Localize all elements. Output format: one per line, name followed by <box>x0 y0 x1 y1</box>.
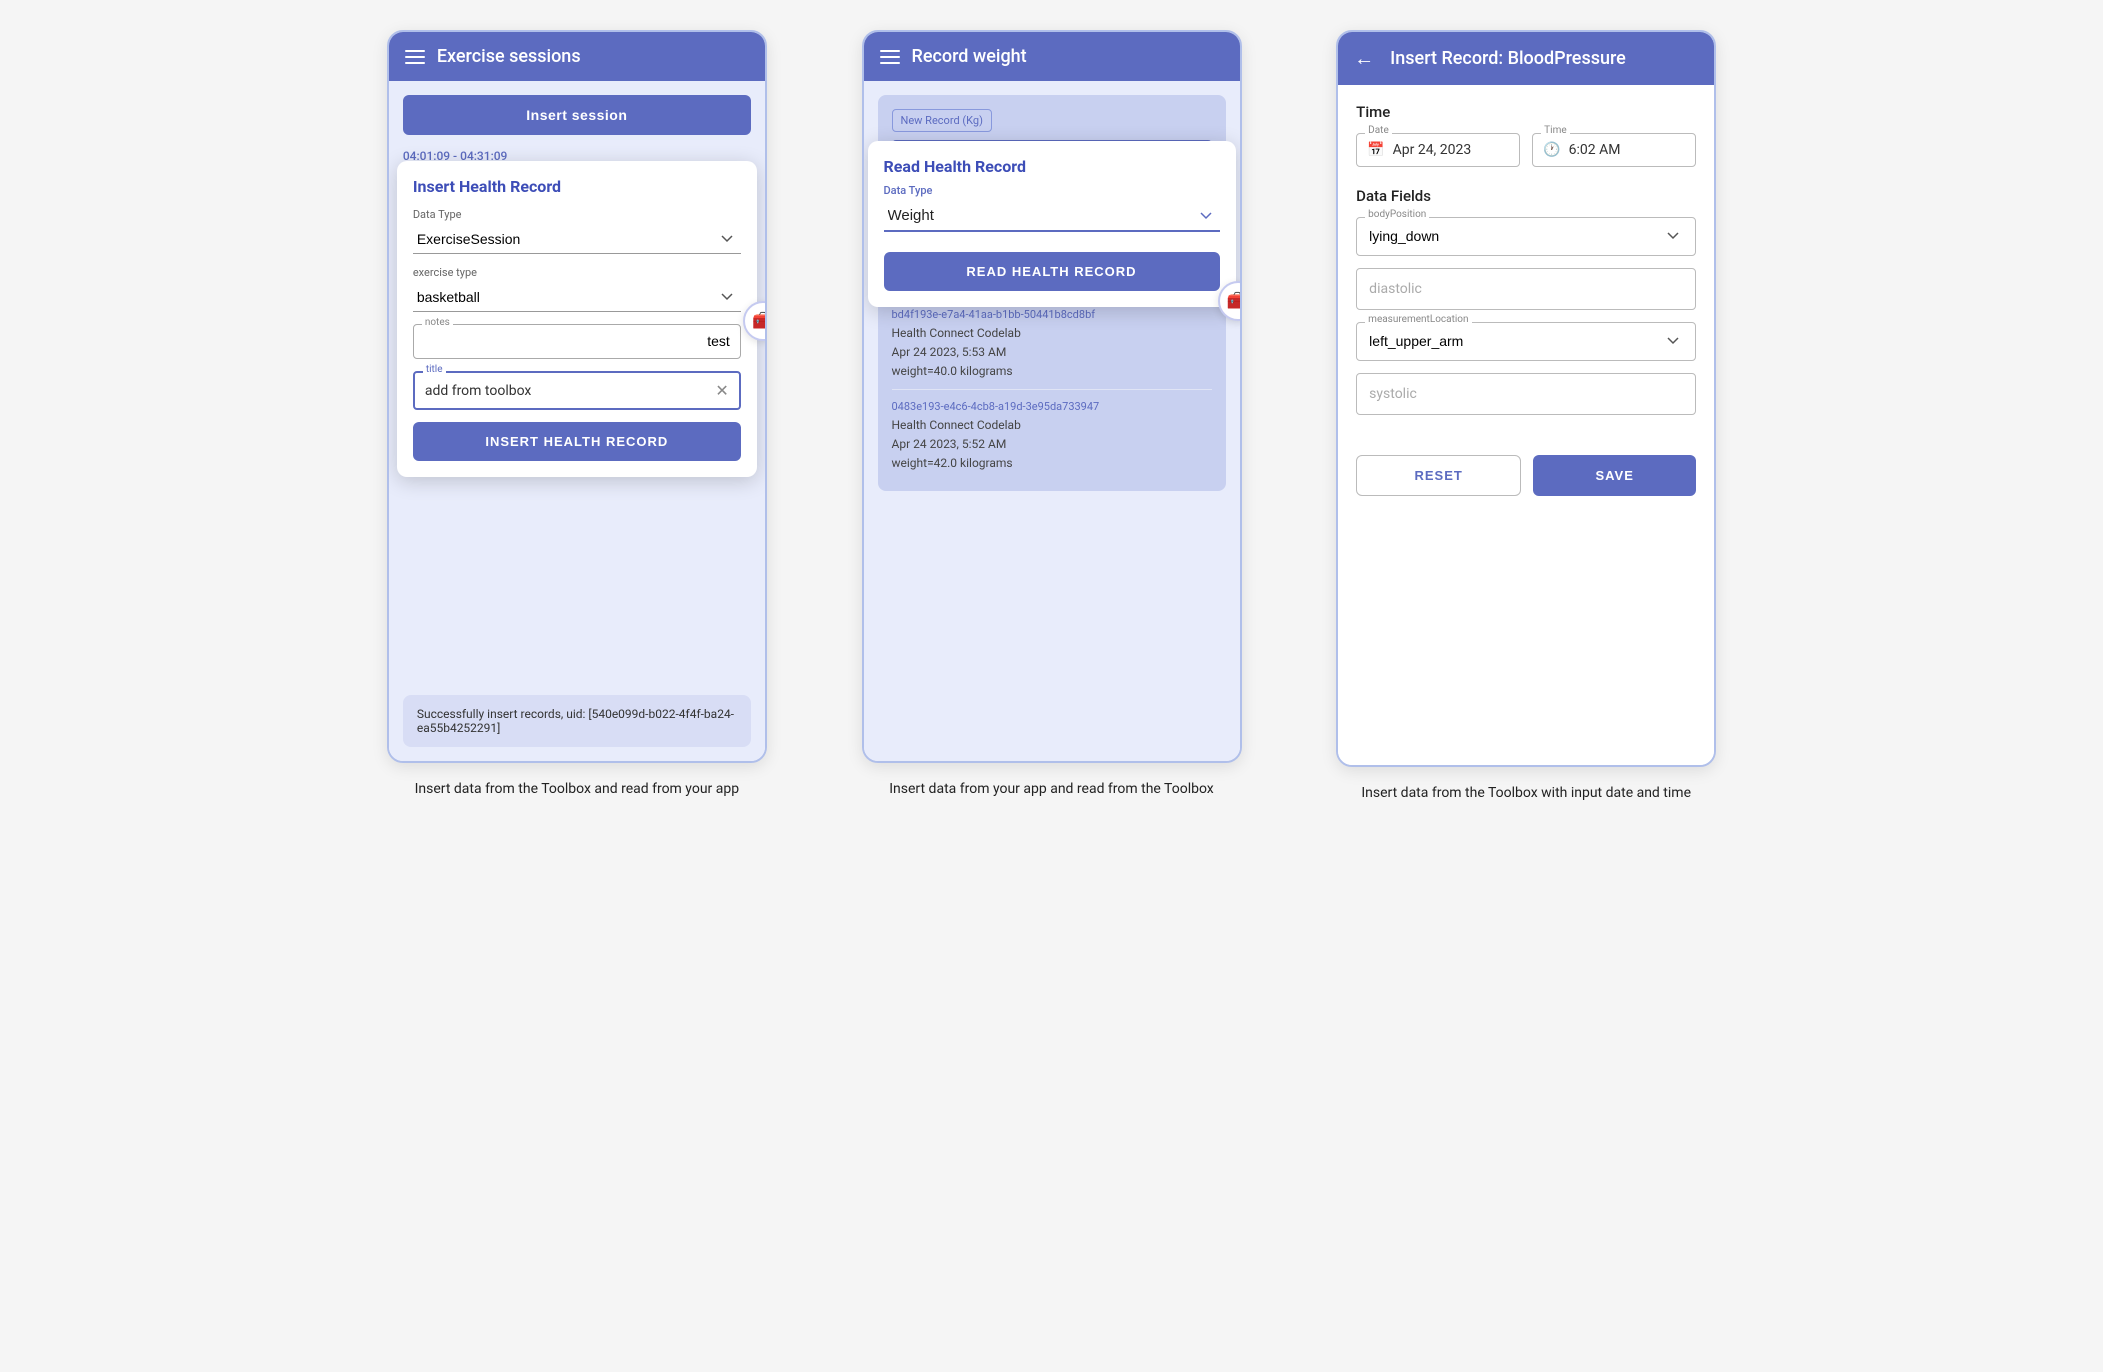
measurement-item-1: bd4f193e-e7a4-41aa-b1bb-50441b8cd8bf Hea… <box>892 298 1212 390</box>
measurement-value-2: weight=42.0 kilograms <box>892 454 1212 473</box>
measurement-source-1: Health Connect Codelab <box>892 324 1212 343</box>
screen3-caption: Insert data from the Toolbox with input … <box>1361 783 1691 804</box>
insert-health-record-dialog: Insert Health Record Data Type ExerciseS… <box>397 161 757 477</box>
data-type-select[interactable]: ExerciseSession <box>413 225 741 254</box>
data-fields-title: Data Fields <box>1356 187 1696 205</box>
screen3-title: Insert Record: BloodPressure <box>1390 48 1626 69</box>
measurement-item-2: 0483e193-e4c6-4cb8-a19d-3e95da733947 Hea… <box>892 390 1212 481</box>
bottom-buttons: RESET SAVE <box>1356 455 1696 496</box>
date-field[interactable]: Date 📅 Apr 24, 2023 <box>1356 133 1520 167</box>
measurement-uuid-1: bd4f193e-e7a4-41aa-b1bb-50441b8cd8bf <box>892 306 1212 324</box>
screen1-title: Exercise sessions <box>437 46 581 67</box>
diastolic-field[interactable]: diastolic <box>1356 268 1696 310</box>
measurement-location-field[interactable]: measurementLocation left_upper_arm <box>1356 322 1696 361</box>
date-legend: Date <box>1365 125 1392 136</box>
title-legend: title <box>423 364 446 375</box>
screen2-phone: Record weight New Record (Kg) Add Previo… <box>862 30 1242 763</box>
menu-icon[interactable] <box>405 50 425 64</box>
toolbox-icon-2: 🧰 <box>1227 291 1242 311</box>
title-field[interactable]: title add from toolbox ✕ <box>413 371 741 410</box>
measurement-uuid-2: 0483e193-e4c6-4cb8-a19d-3e95da733947 <box>892 398 1212 416</box>
body-position-select[interactable]: lying_down <box>1369 228 1683 244</box>
measurement-location-select[interactable]: left_upper_arm <box>1369 333 1683 349</box>
body-position-field[interactable]: bodyPosition lying_down <box>1356 217 1696 256</box>
new-record-label: New Record (Kg) <box>892 109 992 132</box>
insert-health-record-button[interactable]: INSERT HEALTH RECORD <box>413 422 741 461</box>
read-dialog-title: Read Health Record <box>884 157 1220 176</box>
calendar-icon: 📅 <box>1367 142 1384 158</box>
reset-button[interactable]: RESET <box>1356 455 1521 496</box>
read-data-type-label: Data Type <box>884 184 1220 197</box>
clear-icon[interactable]: ✕ <box>715 381 728 400</box>
screen1-phone: Exercise sessions Insert session 04:01:0… <box>387 30 767 763</box>
diastolic-placeholder: diastolic <box>1369 281 1422 297</box>
read-health-record-dialog: Read Health Record Data Type Weight READ… <box>868 141 1236 307</box>
notes-input[interactable] <box>424 333 730 349</box>
measurement-date-2: Apr 24 2023, 5:52 AM <box>892 435 1212 454</box>
clock-icon: 🕐 <box>1543 142 1560 158</box>
dialog-title: Insert Health Record <box>413 177 741 196</box>
notes-field[interactable]: notes <box>413 324 741 359</box>
measurement-value-1: weight=40.0 kilograms <box>892 362 1212 381</box>
measurement-source-2: Health Connect Codelab <box>892 416 1212 435</box>
time-section-title: Time <box>1356 103 1696 121</box>
read-health-record-button[interactable]: READ HEALTH RECORD <box>884 252 1220 291</box>
screen2-body: New Record (Kg) Add Previous Measurement… <box>864 81 1240 761</box>
data-type-label: Data Type <box>413 208 741 221</box>
back-arrow-icon[interactable]: ← <box>1354 46 1374 71</box>
time-legend: Time <box>1541 125 1569 136</box>
time-field[interactable]: Time 🕐 6:02 AM <box>1532 133 1696 167</box>
screen2-title: Record weight <box>912 46 1027 67</box>
date-value: Apr 24, 2023 <box>1393 142 1472 158</box>
screen3-header: ← Insert Record: BloodPressure <box>1338 32 1714 85</box>
body-position-legend: bodyPosition <box>1365 209 1429 220</box>
exercise-type-select[interactable]: basketball <box>413 283 741 312</box>
exercise-type-label: exercise type <box>413 266 741 279</box>
time-value: 6:02 AM <box>1569 142 1621 158</box>
date-time-row: Date 📅 Apr 24, 2023 Time 🕐 6:02 AM <box>1356 133 1696 167</box>
measurement-location-legend: measurementLocation <box>1365 314 1471 325</box>
systolic-placeholder: systolic <box>1369 386 1417 402</box>
insert-session-button[interactable]: Insert session <box>403 95 751 135</box>
systolic-field[interactable]: systolic <box>1356 373 1696 415</box>
toolbox-icon-1: 🧰 <box>752 311 767 331</box>
success-banner: Successfully insert records, uid: [540e0… <box>403 695 751 747</box>
measurement-date-1: Apr 24 2023, 5:53 AM <box>892 343 1212 362</box>
save-button[interactable]: SAVE <box>1533 455 1696 496</box>
notes-legend: notes <box>422 317 453 328</box>
screen1-body: Insert session 04:01:09 - 04:31:09 My Ru… <box>389 81 765 761</box>
screen1-caption: Insert data from the Toolbox and read fr… <box>415 779 740 800</box>
title-value: add from toolbox <box>425 383 532 399</box>
screen1-header: Exercise sessions <box>389 32 765 81</box>
success-text: Successfully insert records, uid: [540e0… <box>417 707 734 735</box>
screen2-header: Record weight <box>864 32 1240 81</box>
menu-icon-2[interactable] <box>880 50 900 64</box>
screen3-phone: ← Insert Record: BloodPressure Time Date… <box>1336 30 1716 767</box>
weight-data-type-select[interactable]: Weight <box>884 201 1220 232</box>
screen3-body: Time Date 📅 Apr 24, 2023 Time 🕐 6:02 <box>1338 85 1714 765</box>
screen2-caption: Insert data from your app and read from … <box>889 779 1214 800</box>
